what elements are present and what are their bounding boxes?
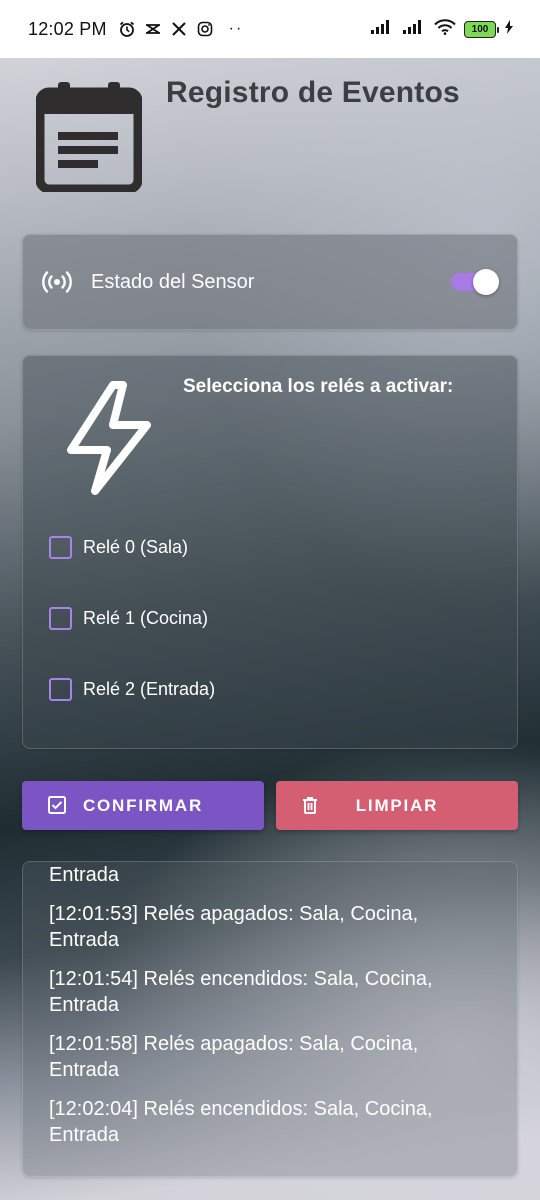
- event-note-icon: [35, 80, 143, 194]
- relay-checkbox[interactable]: [49, 536, 72, 559]
- checkbox-check-icon: [47, 795, 67, 815]
- log-entry: [12:01:53] Relés apagados: Sala, Cocina,…: [49, 903, 419, 951]
- relay-label: Relé 0 (Sala): [83, 537, 189, 557]
- relay-label: Relé 1 (Cocina): [83, 608, 209, 628]
- relay-item-cocina[interactable]: Relé 1 (Cocina): [49, 607, 208, 630]
- signal-icon: [402, 19, 426, 40]
- x-icon: [169, 19, 189, 39]
- toggle-thumb: [473, 269, 499, 295]
- relay-item-sala[interactable]: Relé 0 (Sala): [49, 536, 188, 559]
- instagram-icon: [195, 19, 215, 39]
- confirm-button[interactable]: CONFIRMAR: [22, 781, 264, 830]
- wifi-icon: [434, 18, 456, 40]
- more-dots-icon: ··: [228, 20, 244, 37]
- capcut-icon: [143, 19, 163, 39]
- status-time: 12:02 PM: [28, 18, 107, 39]
- relay-item-entrada[interactable]: Relé 2 (Entrada): [49, 678, 215, 701]
- log-entry: [12:01:53] Relés encendidos: Sala, Cocin…: [49, 864, 120, 886]
- battery-icon: 100: [464, 20, 499, 38]
- clear-label: LIMPIAR: [355, 795, 439, 815]
- relay-checkbox[interactable]: [49, 678, 72, 701]
- sensor-label: Estado del Sensor: [91, 270, 255, 293]
- lightning-bolt-icon: [61, 380, 155, 496]
- log-entry: [12:02:04] Relés encendidos: Sala, Cocin…: [49, 1098, 433, 1146]
- page-title: Registro de Eventos: [166, 76, 460, 109]
- relay-checkbox[interactable]: [49, 607, 72, 630]
- log-entry: [12:01:58] Relés apagados: Sala, Cocina,…: [49, 1033, 419, 1081]
- sensor-card: Estado del Sensor: [22, 234, 518, 330]
- relay-title: Selecciona los relés a activar:: [183, 376, 454, 397]
- event-log[interactable]: [12:01:53] Relés encendidos: Sala, Cocin…: [22, 861, 518, 1177]
- sensor-toggle[interactable]: [451, 268, 499, 296]
- alarm-icon: [117, 19, 137, 39]
- log-entry: [12:01:54] Relés encendidos: Sala, Cocin…: [49, 968, 433, 1016]
- confirm-label: CONFIRMAR: [82, 795, 204, 815]
- clear-button[interactable]: LIMPIAR: [276, 781, 518, 830]
- relay-label: Relé 2 (Entrada): [83, 679, 216, 699]
- signal-icon: [370, 19, 394, 40]
- status-bar: 12:02 PM ·· 100: [0, 0, 540, 58]
- trash-icon: [300, 795, 320, 815]
- relay-card: Selecciona los relés a activar: Relé 0 (…: [22, 355, 518, 749]
- log-list: [12:01:53] Relés encendidos: Sala, Cocin…: [49, 862, 493, 1161]
- charging-icon: [504, 19, 514, 39]
- sensor-signal-icon: [41, 270, 73, 294]
